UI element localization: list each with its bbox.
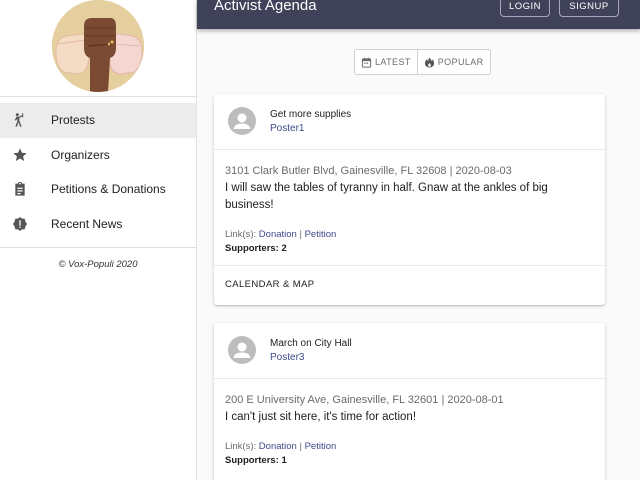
supporters-count: Supporters: 2	[225, 243, 287, 254]
app-header: Activist Agenda LOGIN SIGNUP	[197, 0, 640, 29]
avatar	[228, 107, 256, 135]
card-title: Get more supplies	[270, 109, 352, 120]
card-links: Link(s): Donation | Petition	[225, 441, 594, 452]
card-body: 3101 Clark Butler Blvd, Gainesville, FL …	[214, 150, 605, 254]
protest-card: Get more supplies Poster1 3101 Clark But…	[214, 94, 605, 305]
card-title: March on City Hall	[270, 338, 352, 349]
donation-link[interactable]: Donation	[259, 229, 297, 240]
link-separator: |	[299, 229, 302, 240]
card-header: March on City Hall Poster3	[214, 323, 605, 379]
calendar-map-button[interactable]: CALENDAR & MAP	[225, 279, 315, 290]
app-title: Activist Agenda	[214, 0, 317, 14]
signup-button[interactable]: SIGNUP	[559, 0, 619, 17]
sidebar-item-protests[interactable]: Protests	[0, 103, 196, 138]
sidebar-item-label: Petitions & Donations	[51, 182, 166, 197]
sidebar-item-label: Protests	[51, 113, 96, 128]
star-icon	[10, 145, 30, 165]
sidebar-divider	[0, 247, 196, 248]
card-header: Get more supplies Poster1	[214, 94, 605, 150]
petition-link[interactable]: Petition	[305, 229, 337, 240]
logo-area	[0, 0, 196, 97]
login-button[interactable]: LOGIN	[500, 0, 550, 17]
card-location-date: 200 E University Ave, Gainesville, FL 32…	[225, 394, 504, 406]
petition-link[interactable]: Petition	[305, 441, 337, 452]
fire-icon	[424, 56, 434, 68]
protest-icon	[10, 110, 30, 130]
card-links: Link(s): Donation | Petition	[225, 229, 594, 240]
sort-toggle: LATEST POPULAR	[354, 49, 491, 75]
link-separator: |	[299, 441, 302, 452]
latest-toggle-button[interactable]: LATEST	[355, 50, 417, 74]
sidebar-item-label: Recent News	[51, 216, 123, 231]
sidebar-nav: Protests Organizers Petitions & Donation…	[0, 97, 196, 241]
popular-toggle-button[interactable]: POPULAR	[416, 50, 490, 74]
protest-card: March on City Hall Poster3 200 E Univers…	[214, 323, 605, 480]
supporters-count: Supporters: 1	[225, 455, 287, 466]
card-description: I can't just sit here, it's time for act…	[225, 411, 417, 423]
sidebar-item-petitions-donations[interactable]: Petitions & Donations	[0, 172, 196, 207]
card-actions: CALENDAR & MAP	[214, 265, 605, 302]
poster-link[interactable]: Poster1	[270, 123, 304, 134]
sidebar-item-recent-news[interactable]: Recent News	[0, 207, 196, 242]
copyright-text: © Vox-Populi 2020	[58, 259, 138, 270]
sidebar-item-organizers[interactable]: Organizers	[0, 138, 196, 173]
alert-badge-icon	[10, 214, 30, 234]
poster-link[interactable]: Poster3	[270, 352, 304, 363]
card-body: 200 E University Ave, Gainesville, FL 32…	[214, 379, 605, 466]
sidebar-item-label: Organizers	[51, 147, 110, 162]
donation-link[interactable]: Donation	[259, 441, 297, 452]
avatar	[228, 336, 256, 364]
sidebar: Protests Organizers Petitions & Donation…	[0, 0, 197, 480]
card-description: I will saw the tables of tyranny in half…	[225, 182, 548, 211]
clipboard-icon	[10, 179, 30, 199]
card-location-date: 3101 Clark Butler Blvd, Gainesville, FL …	[225, 165, 512, 177]
popular-label: POPULAR	[437, 57, 484, 67]
latest-label: LATEST	[375, 57, 411, 67]
calendar-icon	[361, 57, 372, 68]
links-label: Link(s):	[225, 441, 257, 452]
raised-fists-logo	[52, 0, 144, 92]
links-label: Link(s):	[225, 229, 257, 240]
